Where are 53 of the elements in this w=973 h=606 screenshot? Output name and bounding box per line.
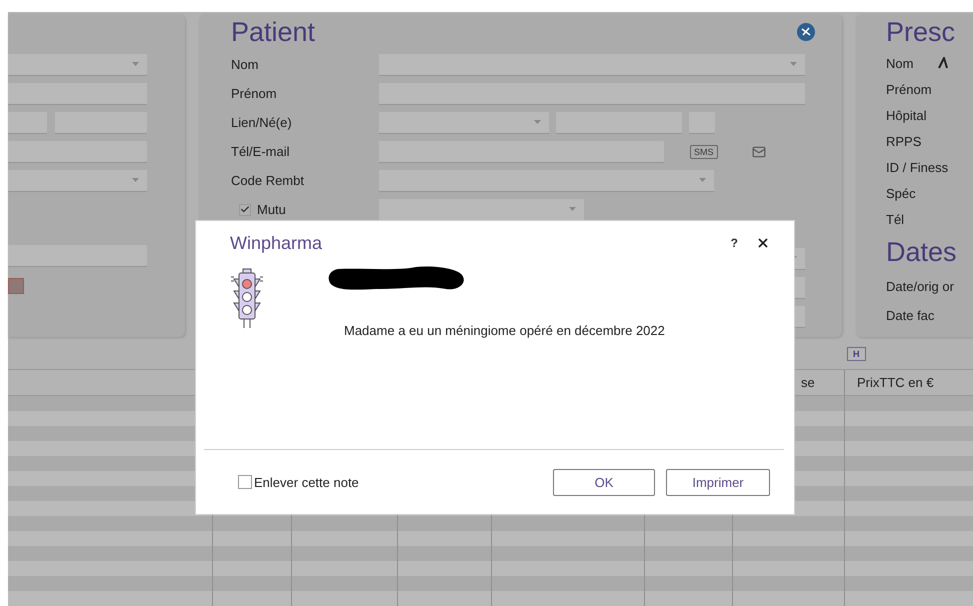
dropdown-field[interactable] [379,170,714,192]
dropdown-caret-icon [132,178,139,182]
dropdown-caret-icon [790,62,797,66]
help-button[interactable]: ? [730,236,738,250]
field-label: Mutu [257,202,286,217]
close-button[interactable] [756,236,770,250]
checkbox[interactable] [239,204,251,216]
sms-icon[interactable]: SMS [690,144,718,158]
input-field[interactable] [8,244,147,266]
field-label: Hôpital [886,108,926,122]
input-field[interactable] [8,82,147,104]
dropdown-field[interactable] [8,170,147,192]
dropdown-caret-icon [132,62,139,66]
input-field[interactable] [8,140,147,162]
input-field[interactable] [55,112,147,134]
status-square [8,278,24,294]
dropdown-caret-icon [534,120,541,124]
field-label: Tél [886,212,904,226]
ok-button[interactable]: OK [553,468,655,496]
field-label: Prénom [886,82,932,96]
dropdown-field[interactable] [8,54,147,76]
dropdown-caret-icon [569,206,576,212]
checkbox-label: Enlever cette note [254,474,359,490]
dropdown-field[interactable] [379,198,584,220]
print-button[interactable]: Imprimer [666,468,770,496]
dialog-title: Winpharma [230,232,324,254]
field-label: Nom [886,56,914,70]
field-label: Lien/Né(e) [231,115,292,130]
note-message: Madame a eu un méningiome opéré en décembre 2022 [344,323,665,338]
dropdown-caret-icon [699,178,706,182]
field-label: Date/orig or [886,279,954,294]
input-field[interactable] [379,82,805,104]
dropdown-field[interactable] [379,54,805,76]
input-field[interactable] [556,112,682,134]
panel-title: Patient [231,16,316,49]
field-label: ID / Finess [886,160,948,174]
h-button[interactable]: H [847,347,866,361]
input-field[interactable] [379,140,664,162]
field-label: Prénom [231,86,277,101]
panel-title: Presc [886,16,956,49]
field-label: Code Rembt [231,173,304,188]
field-label: RPPS [886,134,922,148]
checkbox[interactable] [238,475,252,489]
input-field[interactable] [8,112,47,134]
dropdown-field[interactable] [379,112,549,134]
field-label: Spéc [886,186,916,200]
field-label: Nom [231,57,258,72]
field-label: Date fac [886,308,934,323]
field-label: Tél/E-mail [231,144,290,159]
email-icon[interactable] [752,144,766,158]
section-title: Dates [886,236,957,269]
input-field[interactable] [689,112,715,134]
column-header[interactable]: PrixTTC en € [845,370,973,395]
